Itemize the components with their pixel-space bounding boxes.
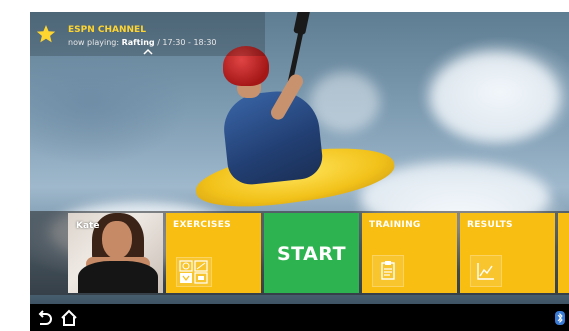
back-icon[interactable]	[36, 309, 54, 327]
exercises-grid-icon	[176, 257, 212, 287]
star-icon[interactable]	[36, 24, 56, 44]
tile-exercises[interactable]: EXERCISES	[166, 213, 261, 293]
tile-label: RESULTS	[467, 220, 513, 230]
tile-label: TRAINING	[369, 220, 421, 230]
avatar-top	[78, 261, 158, 293]
tile-results[interactable]: RESULTS	[460, 213, 555, 293]
menu-tiles: Kate EXERCISES START TRAINING RESULTS	[30, 211, 569, 295]
avatar-face	[102, 221, 132, 259]
program-name: Rafting	[121, 38, 155, 47]
tile-label: EXERCISES	[173, 220, 231, 230]
tile-next-partial[interactable]	[558, 213, 569, 293]
chart-line-icon	[470, 255, 502, 287]
navigation-bar	[30, 304, 569, 331]
program-time: / 17:30 - 18:30	[157, 38, 217, 47]
paddle-blade	[293, 12, 311, 35]
profile-tile[interactable]: Kate	[68, 213, 163, 293]
home-icon[interactable]	[60, 309, 78, 327]
start-button[interactable]: START	[264, 213, 359, 293]
channel-name: ESPN CHANNEL	[68, 25, 146, 35]
now-playing: now playing: Rafting / 17:30 - 18:30	[68, 38, 217, 47]
now-playing-label: now playing:	[68, 38, 120, 47]
start-label: START	[276, 243, 347, 265]
kayaker-torso	[220, 87, 325, 187]
tile-training[interactable]: TRAINING	[362, 213, 457, 293]
tv-screen: ESPN CHANNEL now playing: Rafting / 17:3…	[30, 12, 569, 331]
water-splash	[430, 52, 560, 142]
clipboard-icon	[372, 255, 404, 287]
profile-name: Kate	[76, 221, 100, 231]
channel-info[interactable]: ESPN CHANNEL now playing: Rafting / 17:3…	[30, 12, 265, 56]
bluetooth-icon	[555, 311, 565, 325]
chevron-up-icon[interactable]	[143, 48, 153, 56]
water-splash	[310, 72, 380, 132]
